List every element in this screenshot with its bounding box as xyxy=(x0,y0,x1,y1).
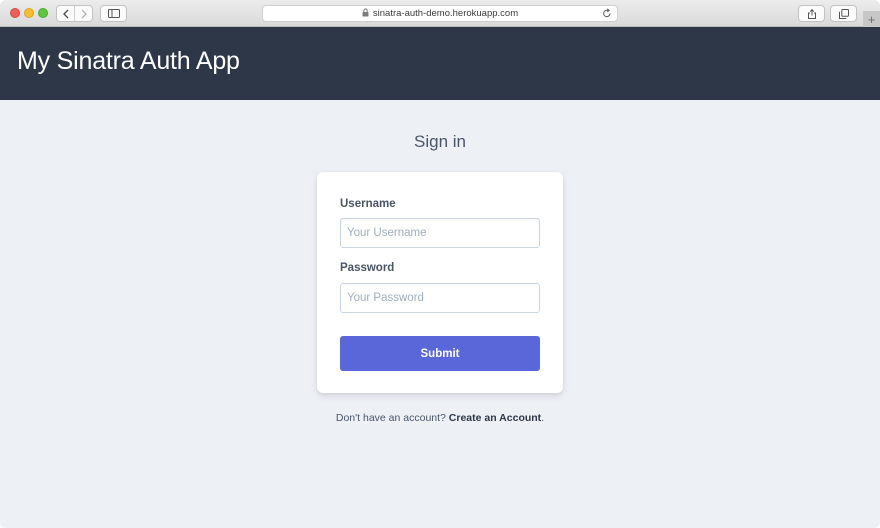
tab-overview-button[interactable] xyxy=(830,5,857,22)
app-header: My Sinatra Auth App xyxy=(0,27,880,100)
page-title: Sign in xyxy=(414,132,466,151)
reload-icon[interactable] xyxy=(602,8,612,19)
sidebar-toggle-button[interactable] xyxy=(100,5,127,22)
share-icon xyxy=(807,8,816,19)
password-input[interactable] xyxy=(340,283,540,313)
address-text-container: sinatra-auth-demo.herokuapp.com xyxy=(263,6,617,21)
chevron-left-icon xyxy=(62,9,68,18)
signup-prompt-text: Don't have an account? xyxy=(335,412,446,424)
window-minimize-button[interactable] xyxy=(24,8,34,18)
signup-prompt: Don't have an account? Create an Account… xyxy=(0,412,880,424)
history-nav-group xyxy=(56,5,93,22)
chevron-right-icon xyxy=(81,9,87,18)
share-button[interactable] xyxy=(798,5,825,22)
address-url: sinatra-auth-demo.herokuapp.com xyxy=(372,8,519,19)
tabs-overview-icon xyxy=(838,8,849,19)
new-tab-button[interactable]: + xyxy=(863,11,880,27)
app-title[interactable]: My Sinatra Auth App xyxy=(17,47,240,76)
create-account-link[interactable]: Create an Account xyxy=(449,412,541,424)
back-button[interactable] xyxy=(57,6,74,21)
address-bar[interactable]: sinatra-auth-demo.herokuapp.com xyxy=(262,5,618,22)
lock-icon xyxy=(362,8,369,17)
browser-toolbar: sinatra-auth-demo.herokuapp.com + xyxy=(0,0,880,27)
browser-window: sinatra-auth-demo.herokuapp.com + My Sin… xyxy=(0,0,880,528)
window-close-button[interactable] xyxy=(10,8,20,18)
submit-button[interactable]: Submit xyxy=(340,336,540,371)
username-input[interactable] xyxy=(340,218,540,248)
signup-prompt-period: . xyxy=(541,412,545,424)
window-zoom-button[interactable] xyxy=(38,8,48,18)
sidebar-icon xyxy=(107,9,120,18)
username-label: Username xyxy=(340,198,396,210)
plus-icon: + xyxy=(867,11,876,27)
sign-in-form: Username Password Submit xyxy=(317,172,563,393)
password-label: Password xyxy=(340,262,395,274)
forward-button[interactable] xyxy=(74,6,92,21)
